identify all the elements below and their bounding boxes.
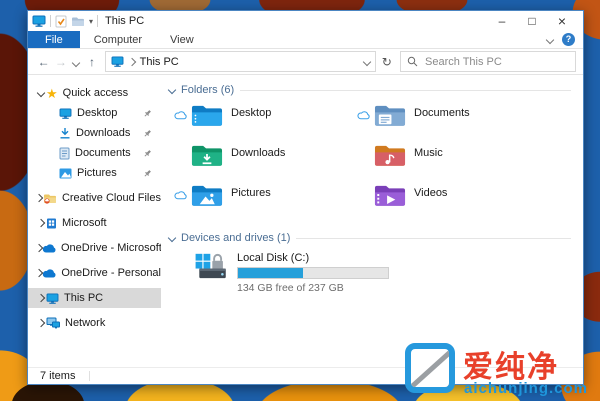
close-button[interactable]: × xyxy=(547,12,577,31)
sidebar-item-creative-cloud-files[interactable]: Creative Cloud Files xyxy=(28,188,161,208)
collapse-group-icon[interactable] xyxy=(168,86,176,94)
sidebar-item-quick-access[interactable]: ★ Quick access xyxy=(28,83,161,103)
toolbar-separator xyxy=(97,15,98,27)
refresh-button[interactable]: ↻ xyxy=(376,55,398,69)
tab-view[interactable]: View xyxy=(156,31,208,48)
items-view: Folders (6) xyxy=(161,75,583,367)
onedrive-cloud-icon xyxy=(42,269,56,278)
drive-free-space: 134 GB free of 237 GB xyxy=(237,282,389,294)
desktop-icon xyxy=(59,108,72,119)
music-folder-icon xyxy=(374,143,406,169)
window-title: This PC xyxy=(105,15,144,27)
downloads-folder-icon xyxy=(191,143,223,169)
documents-folder-icon xyxy=(374,103,406,129)
watermark-logo-icon xyxy=(405,343,455,393)
expand-chevron-icon[interactable] xyxy=(37,219,45,227)
this-pc-icon xyxy=(46,293,59,304)
sidebar-item-microsoft[interactable]: Microsoft xyxy=(28,213,161,233)
back-button[interactable]: ← xyxy=(35,55,52,69)
drive-usage-fill xyxy=(238,268,303,278)
ribbon-tab-bar: File Computer View ? xyxy=(28,31,583,48)
window-controls: – □ × xyxy=(487,12,583,31)
expand-chevron-icon[interactable] xyxy=(37,294,45,302)
watermark-domain: aichunjing.com xyxy=(464,380,588,397)
items-count: 7 items xyxy=(40,370,75,382)
status-separator xyxy=(89,371,90,381)
pin-icon xyxy=(143,129,152,138)
search-box[interactable] xyxy=(400,51,576,72)
microsoft-icon xyxy=(46,217,57,229)
pin-icon xyxy=(143,109,152,118)
breadcrumb-location[interactable]: This PC xyxy=(140,56,179,68)
drive-name: Local Disk (C:) xyxy=(237,252,389,264)
tab-computer[interactable]: Computer xyxy=(80,31,156,48)
sidebar-item-network[interactable]: Network xyxy=(28,313,161,333)
watermark: 爱纯净 aichunjing.com xyxy=(400,340,600,401)
breadcrumb-chevron-icon[interactable] xyxy=(127,57,135,65)
onedrive-cloud-icon xyxy=(42,244,56,253)
desktop-folder-icon xyxy=(191,103,223,129)
documents-icon xyxy=(59,147,70,160)
folder-tile-videos[interactable]: Videos xyxy=(352,181,535,221)
recent-locations-icon[interactable] xyxy=(70,55,84,69)
toolbar-separator xyxy=(50,15,51,27)
location-this-pc-icon xyxy=(111,56,124,67)
videos-folder-icon xyxy=(374,183,406,209)
drive-tile-local-disk-c[interactable]: Local Disk (C:) 134 GB free of 237 GB xyxy=(194,251,575,294)
folder-tile-music[interactable]: Music xyxy=(352,141,535,181)
pictures-icon xyxy=(59,168,72,179)
navigation-pane: ★ Quick access Desktop xyxy=(28,75,161,367)
collapse-group-icon[interactable] xyxy=(168,234,176,242)
folder-tile-downloads[interactable]: Downloads xyxy=(169,141,352,181)
address-bar-row: ← → ↑ This PC ↻ xyxy=(28,48,583,75)
pictures-folder-icon xyxy=(191,183,223,209)
sidebar-item-pictures[interactable]: Pictures xyxy=(28,163,161,183)
file-explorer-window: ▾ This PC – □ × File Computer View ? ← →… xyxy=(27,10,584,385)
pin-icon xyxy=(143,149,152,158)
title-bar[interactable]: ▾ This PC – □ × xyxy=(28,11,583,31)
address-bar[interactable]: This PC xyxy=(105,51,376,72)
maximize-button[interactable]: □ xyxy=(517,12,547,31)
properties-icon[interactable] xyxy=(55,15,67,28)
quick-access-toolbar: ▾ This PC xyxy=(28,15,144,28)
group-header-devices[interactable]: Devices and drives (1) xyxy=(169,231,575,245)
onedrive-status-icon xyxy=(357,111,370,120)
tab-file[interactable]: File xyxy=(28,31,80,48)
this-pc-icon xyxy=(32,15,46,27)
folder-tile-documents[interactable]: Documents xyxy=(352,101,535,141)
bitlocker-lock-icon xyxy=(214,255,221,261)
expand-ribbon-icon[interactable] xyxy=(546,35,554,43)
new-folder-icon[interactable] xyxy=(71,16,85,27)
local-disk-icon xyxy=(194,251,230,281)
sidebar-item-onedrive-personal[interactable]: OneDrive - Personal xyxy=(28,263,161,283)
creative-cloud-folder-icon xyxy=(43,193,57,204)
folder-tile-desktop[interactable]: Desktop xyxy=(169,101,352,141)
onedrive-status-icon xyxy=(174,191,187,200)
downloads-icon xyxy=(59,127,71,139)
minimize-button[interactable]: – xyxy=(487,12,517,31)
sidebar-item-desktop[interactable]: Desktop xyxy=(28,103,161,123)
search-input[interactable] xyxy=(423,55,569,69)
search-icon xyxy=(407,56,418,67)
folder-tile-pictures[interactable]: Pictures xyxy=(169,181,352,221)
onedrive-status-icon xyxy=(174,111,187,120)
address-dropdown-icon[interactable] xyxy=(362,57,370,65)
collapse-chevron-icon[interactable] xyxy=(37,89,45,97)
drive-usage-bar xyxy=(237,267,389,279)
qat-dropdown-icon[interactable]: ▾ xyxy=(89,17,93,26)
sidebar-item-this-pc[interactable]: This PC xyxy=(28,288,161,308)
forward-button: → xyxy=(52,55,69,69)
sidebar-item-documents[interactable]: Documents xyxy=(28,143,161,163)
folders-grid: Desktop xyxy=(169,101,575,221)
help-icon[interactable]: ? xyxy=(562,33,575,46)
sidebar-item-onedrive-microsoft[interactable]: OneDrive - Microsoft xyxy=(28,238,161,258)
sidebar-item-downloads[interactable]: Downloads xyxy=(28,123,161,143)
quick-access-star-icon: ★ xyxy=(46,87,58,100)
group-header-folders[interactable]: Folders (6) xyxy=(169,83,575,97)
pin-icon xyxy=(143,169,152,178)
up-button[interactable]: ↑ xyxy=(83,55,100,69)
expand-chevron-icon[interactable] xyxy=(37,319,45,327)
network-icon xyxy=(46,317,60,329)
